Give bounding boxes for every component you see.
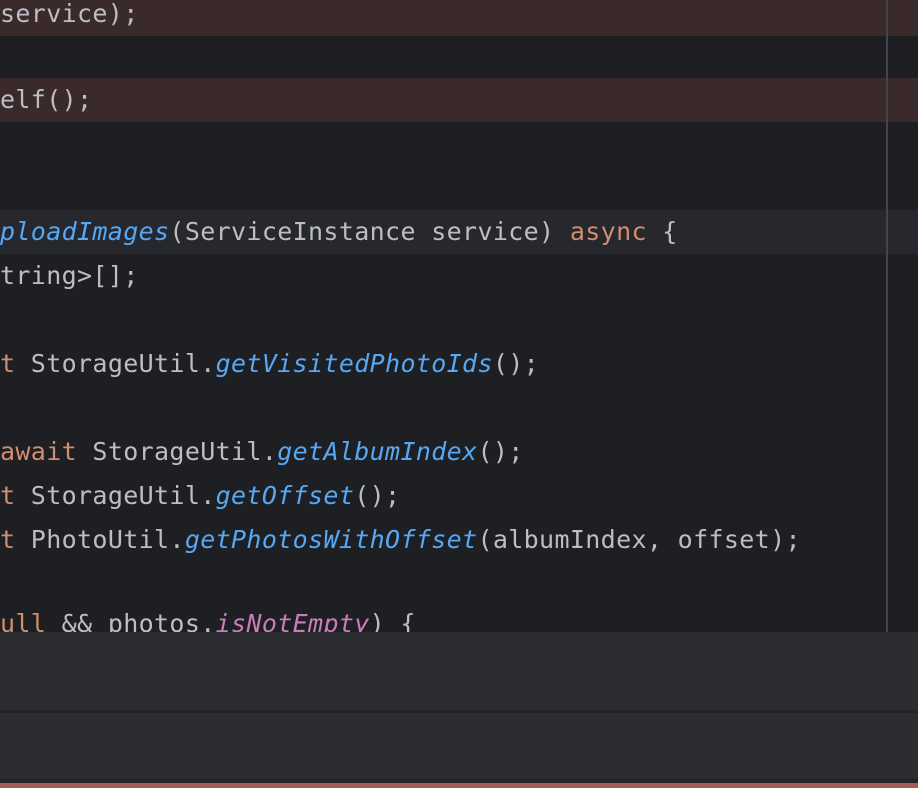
line-get-offset[interactable]: t StorageUtil.getOffset(); <box>0 474 918 518</box>
code-token-default: tring>[]; <box>0 261 139 290</box>
line-string-list-end[interactable]: tring>[]; <box>0 254 918 298</box>
code-token-property: isNotEmpty <box>216 609 370 632</box>
code-token-keyword: t <box>0 481 15 510</box>
code-token-default: StorageUtil. <box>77 437 277 466</box>
code-token-method: ploadImages <box>0 217 169 246</box>
tool-window-header-area[interactable] <box>0 632 918 710</box>
code-token-default: && photos. <box>46 609 215 632</box>
code-token-keyword: await <box>0 437 77 466</box>
ide-window: service); elf(); ploadImages(ServiceInstan… <box>0 0 918 788</box>
code-token-default: (); <box>354 481 400 510</box>
bottom-tool-window <box>0 632 918 778</box>
tool-window-content-area[interactable] <box>0 713 918 778</box>
line-photos-not-empty-check[interactable]: ull && photos.isNotEmpty) { <box>0 602 918 632</box>
code-token-default: (ServiceInstance service) <box>169 217 569 246</box>
line-invoke-self-end[interactable]: elf(); <box>0 78 918 122</box>
code-token-method: getPhotosWithOffset <box>185 525 478 554</box>
code-token-method: getVisitedPhotoIds <box>216 349 493 378</box>
code-token-default: (albumIndex, offset); <box>477 525 800 554</box>
right-margin-guide <box>886 0 888 632</box>
code-token-default: service); <box>0 0 139 28</box>
code-token-keyword: async <box>570 217 647 246</box>
line-upload-images-signature[interactable]: ploadImages(ServiceInstance service) asy… <box>0 210 918 254</box>
code-token-default: elf(); <box>0 85 92 114</box>
code-token-default: (); <box>477 437 523 466</box>
line-get-photos-with-offset[interactable]: t PhotoUtil.getPhotosWithOffset(albumInd… <box>0 518 918 562</box>
code-editor[interactable]: service); elf(); ploadImages(ServiceInstan… <box>0 0 918 632</box>
code-token-method: getOffset <box>216 481 355 510</box>
line-service-arg-end[interactable]: service); <box>0 0 918 36</box>
line-get-album-index[interactable]: await StorageUtil.getAlbumIndex(); <box>0 430 918 474</box>
bottom-accent-bar <box>0 783 918 788</box>
code-token-keyword: t <box>0 525 15 554</box>
code-token-default: StorageUtil. <box>15 481 215 510</box>
code-token-default: ) { <box>370 609 416 632</box>
code-token-default: PhotoUtil. <box>15 525 184 554</box>
code-token-default: { <box>647 217 678 246</box>
code-token-keyword: t <box>0 349 15 378</box>
code-token-default: (); <box>493 349 539 378</box>
code-token-default: StorageUtil. <box>15 349 215 378</box>
line-get-visited-photo-ids[interactable]: t StorageUtil.getVisitedPhotoIds(); <box>0 342 918 386</box>
code-token-keyword: ull <box>0 609 46 632</box>
code-token-method: getAlbumIndex <box>277 437 477 466</box>
